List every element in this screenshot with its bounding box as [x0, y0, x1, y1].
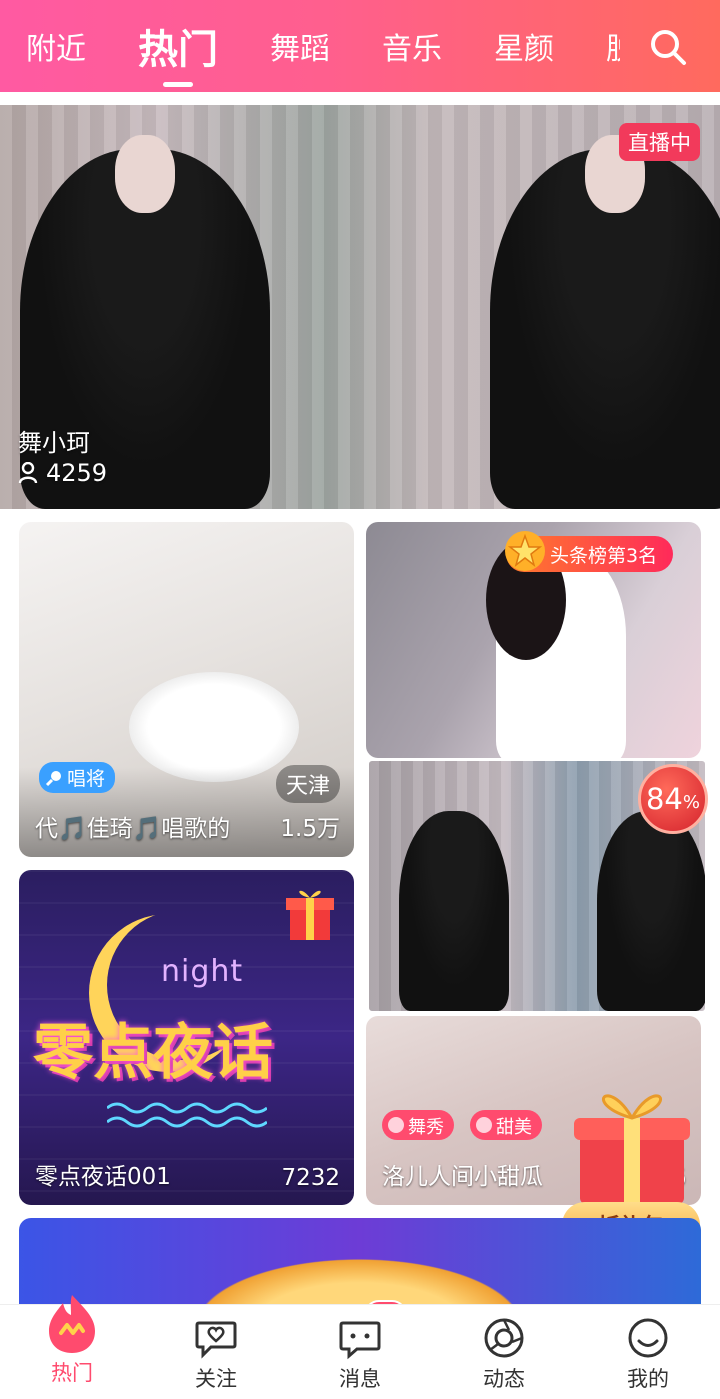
- bottom-nav: 热门 关注 消息 动态 我的: [0, 1295, 720, 1399]
- message-icon: [339, 1321, 381, 1360]
- viewer-count: 4259: [18, 459, 107, 487]
- stream-title: 代🎵佳琦🎵唱歌的: [35, 816, 231, 842]
- viewer-count: 1.5万: [280, 816, 340, 842]
- stream-title: 零点夜话001: [35, 1164, 171, 1190]
- percent-value: 84: [645, 782, 683, 816]
- camera-lens-icon: [484, 1318, 524, 1358]
- viewer-count: 7232: [281, 1165, 340, 1191]
- nav-follow[interactable]: 关注: [144, 1305, 288, 1399]
- progress-percent-badge: 84%: [638, 764, 708, 834]
- nav-profile-label: 我的: [627, 1367, 669, 1391]
- live-badge: 直播中: [619, 123, 700, 161]
- neon-waves-graphic: [107, 1102, 267, 1128]
- poster-title: 零点夜话: [33, 1018, 273, 1088]
- smile-face-icon: [628, 1318, 668, 1358]
- tab-more[interactable]: 脱: [606, 24, 620, 68]
- star-icon: [505, 531, 545, 571]
- nav-messages-label: 消息: [339, 1367, 381, 1391]
- top-tab-bar: 附近 热门 舞蹈 音乐 星颜 脱: [0, 0, 720, 92]
- search-icon[interactable]: [648, 27, 688, 67]
- gift-pack-icon[interactable]: [568, 1080, 696, 1204]
- singer-tag-label: 唱将: [67, 768, 106, 790]
- tab-dance[interactable]: 舞蹈: [270, 24, 330, 68]
- city-tag: 天津: [275, 765, 340, 803]
- stream-card-ranked[interactable]: 头条榜第3名: [366, 522, 701, 758]
- tab-hot[interactable]: 热门: [138, 17, 218, 75]
- nav-follow-label: 关注: [195, 1367, 237, 1391]
- percent-sign: %: [682, 791, 700, 813]
- stream-title: 洛儿人间小甜瓜: [382, 1164, 543, 1190]
- tab-music[interactable]: 音乐: [382, 24, 442, 68]
- heart-chat-icon: [195, 1321, 237, 1359]
- streamer-name: 舞小珂: [18, 429, 90, 457]
- stream-card-singer[interactable]: 唱将 天津 代🎵佳琦🎵唱歌的 1.5万: [19, 522, 354, 857]
- nav-profile[interactable]: 我的: [576, 1305, 720, 1399]
- dance-tag: 舞秀: [382, 1110, 454, 1140]
- hot-flame-icon: [49, 1295, 95, 1353]
- banner-wings-graphic: [169, 1248, 549, 1308]
- nav-activity-label: 动态: [483, 1367, 525, 1391]
- nav-activity[interactable]: 动态: [432, 1305, 576, 1399]
- cover-image: [129, 672, 299, 782]
- person-icon: [18, 462, 38, 484]
- singer-tag: 唱将: [39, 762, 116, 793]
- streamer-face: [115, 135, 175, 213]
- tab-beauty[interactable]: 星颜: [494, 24, 554, 68]
- featured-live-stream[interactable]: 直播中 舞小珂 4259: [0, 105, 720, 509]
- poster-small-text: night: [161, 954, 244, 989]
- gift-icon: [286, 890, 334, 940]
- nav-hot[interactable]: 热门: [0, 1295, 144, 1399]
- viewer-count-value: 4259: [46, 459, 108, 487]
- sweet-tag: 甜美: [470, 1110, 542, 1140]
- tab-nearby[interactable]: 附近: [26, 24, 86, 68]
- promo-banner[interactable]: [19, 1218, 701, 1308]
- streamer-image: [399, 811, 509, 1011]
- microphone-icon: [45, 770, 61, 786]
- nav-messages[interactable]: 消息: [288, 1305, 432, 1399]
- stream-card-night-talk[interactable]: night 零点夜话 零点夜话001 7232: [19, 870, 354, 1205]
- nav-hot-label: 热门: [51, 1361, 93, 1385]
- streamer-image-mirror: [597, 811, 705, 1011]
